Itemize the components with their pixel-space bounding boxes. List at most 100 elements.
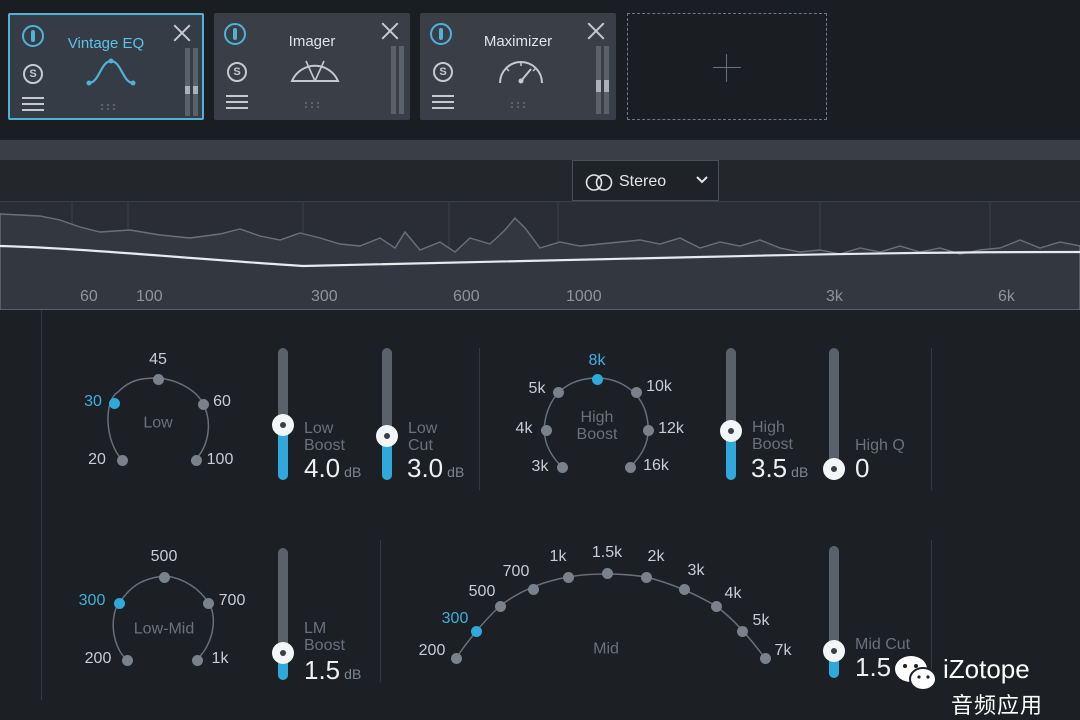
high-q-label: High Q [855, 437, 905, 454]
low-dial-label-100: 100 [206, 451, 234, 468]
lm-dial-dot-1k[interactable] [191, 654, 203, 666]
low-cut-value: 3.0 dB [407, 453, 464, 484]
close-icon[interactable] [172, 23, 192, 43]
high-boost-label-line1: High [752, 419, 785, 436]
low-dial-label-45: 45 [149, 351, 167, 368]
header-separator [0, 140, 1080, 160]
drag-grip-icon[interactable] [303, 101, 321, 109]
lm-dial-dot-700[interactable] [202, 597, 214, 609]
mid-dial-dot-1k[interactable] [562, 571, 574, 583]
lm-dial-dot-500[interactable] [158, 571, 170, 583]
mid-dial-label-1-5k: 1.5k [591, 544, 623, 561]
solo-icon[interactable]: S [227, 62, 247, 82]
menu-list-icon[interactable] [226, 95, 248, 109]
drag-grip-icon[interactable] [99, 103, 117, 111]
stereo-mode-dropdown[interactable]: Stereo [572, 160, 719, 201]
mid-dial-dot-3k[interactable] [678, 583, 690, 595]
freq-label-600: 600 [453, 288, 480, 305]
lm-boost-label-line2: Boost [304, 637, 345, 654]
mid-dial-dot-300[interactable] [470, 625, 482, 637]
chevron-down-icon [696, 176, 708, 184]
mid-cut-slider[interactable] [823, 546, 845, 678]
solo-icon[interactable]: S [433, 62, 453, 82]
low-boost-label-line2: Boost [304, 437, 345, 454]
hb-dial-dot-5k[interactable] [552, 386, 564, 398]
low-dial-dot-30[interactable] [108, 397, 120, 409]
high-q-value: 0 [855, 453, 870, 483]
output-meter-right [193, 48, 198, 116]
module-imager[interactable]: S Imager [214, 13, 410, 120]
menu-list-icon[interactable] [432, 95, 454, 109]
slider-knob[interactable] [376, 425, 398, 447]
mid-dial-label-700: 700 [502, 563, 530, 580]
drag-grip-icon[interactable] [509, 101, 527, 109]
hb-dial-label-5k: 5k [528, 380, 546, 397]
stereo-link-icon [585, 174, 613, 191]
close-icon[interactable] [586, 21, 606, 41]
slider-knob[interactable] [823, 458, 845, 480]
lm-dial-dot-200[interactable] [121, 654, 133, 666]
output-meter-left [185, 48, 190, 116]
hb-dial-dot-4k[interactable] [540, 424, 552, 436]
section-divider [380, 540, 381, 682]
stereo-mode-label: Stereo [619, 173, 667, 190]
low-dial-dot-20[interactable] [116, 454, 128, 466]
add-module-slot[interactable] [627, 13, 827, 120]
watermark: iZotope 音频应用 [893, 648, 1073, 718]
section-divider [931, 348, 932, 490]
high-boost-label-line2: Boost [752, 436, 793, 453]
lm-dial-dot-300[interactable] [113, 597, 125, 609]
slider-knob[interactable] [720, 419, 742, 442]
close-icon[interactable] [380, 21, 400, 41]
low-boost-label-line1: Low [304, 420, 334, 437]
spectrum-analyzer[interactable]: 60 100 300 600 1000 3k 6k [0, 202, 1080, 310]
hb-dial-name-line2: Boost [576, 426, 618, 443]
hb-dial-dot-16k[interactable] [624, 461, 636, 473]
high-boost-value: 3.5 dB [751, 453, 808, 484]
low-dial-dot-45[interactable] [152, 373, 164, 385]
output-meter-right [399, 46, 404, 114]
low-dial-label-20: 20 [88, 451, 106, 468]
mid-dial-dot-200[interactable] [450, 652, 462, 664]
output-meter-right [604, 46, 609, 114]
hb-dial-label-16k: 16k [643, 457, 669, 474]
low-dial-dot-100[interactable] [190, 454, 202, 466]
freq-label-6k: 6k [998, 288, 1015, 305]
low-boost-unit: dB [344, 464, 362, 480]
lm-boost-unit: dB [344, 666, 362, 682]
hb-dial-label-3k: 3k [531, 458, 549, 475]
hb-dial-dot-12k[interactable] [642, 424, 654, 436]
high-boost-slider[interactable] [720, 348, 742, 480]
low-cut-label: Low Cut [408, 420, 437, 454]
mid-dial-label-3k: 3k [687, 562, 705, 579]
slider-knob[interactable] [272, 641, 294, 664]
slider-knob[interactable] [823, 639, 845, 662]
lm-boost-slider[interactable] [272, 548, 294, 680]
mid-dial-label-7k: 7k [774, 642, 792, 659]
low-dial-dot-60[interactable] [197, 398, 209, 410]
mid-dial-dot-7k[interactable] [759, 652, 771, 664]
high-boost-unit: dB [791, 464, 809, 480]
lm-dial-name: Low-Mid [133, 620, 195, 638]
hb-dial-dot-8k[interactable] [591, 373, 603, 385]
eq-toolbar: Stereo [0, 160, 1080, 202]
mid-dial-label-4k: 4k [724, 585, 742, 602]
mid-dial-dot-700[interactable] [527, 583, 539, 595]
low-cut-slider[interactable] [376, 348, 398, 480]
menu-list-icon[interactable] [22, 97, 44, 111]
module-maximizer[interactable]: S Maximizer [420, 13, 616, 120]
mid-dial-dot-4k[interactable] [710, 600, 722, 612]
hb-dial-dot-3k[interactable] [556, 461, 568, 473]
mid-dial-dot-500[interactable] [494, 600, 506, 612]
mid-dial-dot-1-5k[interactable] [601, 567, 613, 579]
low-boost-slider[interactable] [272, 348, 294, 480]
hb-dial-dot-10k[interactable] [630, 386, 642, 398]
mid-dial-dot-2k[interactable] [640, 571, 652, 583]
high-q-slider[interactable] [823, 348, 845, 480]
slider-knob[interactable] [272, 414, 294, 436]
module-vintage-eq[interactable]: S Vintage EQ [8, 13, 204, 120]
hb-dial-name-line1: High [580, 409, 614, 426]
solo-icon[interactable]: S [23, 64, 43, 84]
mid-dial-dot-5k[interactable] [736, 625, 748, 637]
freq-label-60: 60 [80, 288, 98, 305]
